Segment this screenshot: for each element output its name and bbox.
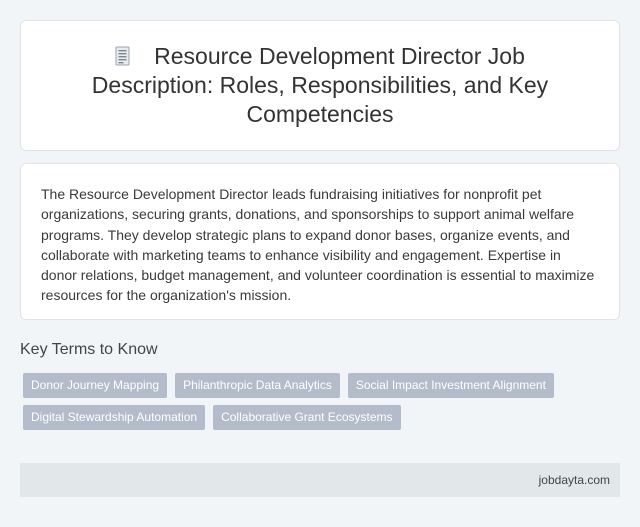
key-term-tag[interactable]: Digital Stewardship Automation [23, 405, 206, 430]
footer: jobdayta.com [20, 463, 620, 497]
key-term-tag[interactable]: Social Impact Investment Alignment [347, 373, 554, 398]
document-icon [115, 46, 130, 66]
key-terms-heading: Key Terms to Know [20, 341, 158, 358]
key-term-tag[interactable]: Collaborative Grant Ecosystems [213, 405, 401, 430]
title-card: Resource Development Director Job Descri… [20, 20, 620, 151]
key-term-tag[interactable]: Philanthropic Data Analytics [175, 373, 340, 398]
key-terms-list: Donor Journey Mapping Philanthropic Data… [23, 373, 613, 430]
page-title: Resource Development Director Job Descri… [61, 42, 579, 129]
job-description: The Resource Development Director leads … [41, 186, 595, 304]
page-title-text: Resource Development Director Job Descri… [91, 43, 549, 127]
description-card: The Resource Development Director leads … [20, 163, 620, 320]
key-term-tag[interactable]: Donor Journey Mapping [23, 373, 168, 398]
footer-site-link[interactable]: jobdayta.com [539, 473, 610, 487]
